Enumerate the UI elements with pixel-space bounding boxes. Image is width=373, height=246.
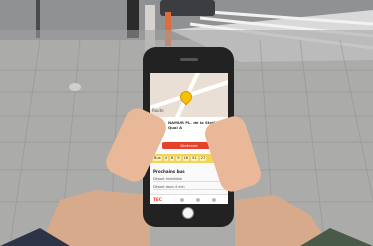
- section-title: Prochains bus: [153, 169, 185, 174]
- tab-icon[interactable]: [196, 198, 200, 202]
- list-item[interactable]: Départ dans 4 min: [153, 185, 225, 190]
- brand-logo: TEC: [153, 197, 162, 202]
- map-label: Route: [152, 108, 164, 113]
- line-chip[interactable]: 4: [163, 156, 168, 161]
- tab-icon[interactable]: [180, 198, 184, 202]
- phone-speaker: [180, 58, 198, 61]
- lines-label: Bus: [153, 156, 162, 161]
- line-chip[interactable]: 51: [191, 156, 198, 161]
- line-chip[interactable]: 27: [199, 156, 207, 161]
- list-item[interactable]: Départ immédiat: [153, 177, 225, 182]
- line-chip[interactable]: 16: [182, 156, 190, 161]
- home-button[interactable]: [182, 207, 194, 219]
- tab-icon[interactable]: [212, 198, 216, 202]
- photo-scene: Route ‹ NAMUR PL. de la Station - Quai A…: [0, 0, 373, 246]
- line-chip[interactable]: 9: [176, 156, 181, 161]
- line-chip[interactable]: 8: [169, 156, 175, 161]
- map-view[interactable]: Route: [150, 73, 228, 127]
- bottom-tab-bar: TEC: [150, 194, 228, 204]
